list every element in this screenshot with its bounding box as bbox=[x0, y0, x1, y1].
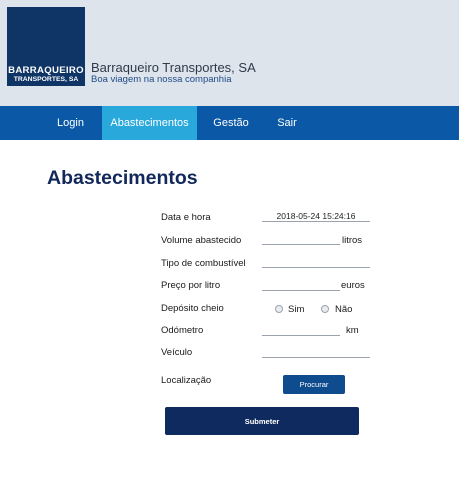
full-tank-label: Depósito cheio bbox=[161, 303, 224, 314]
location-label: Localização bbox=[161, 375, 212, 386]
company-logo: BARRAQUEIRO TRANSPORTES, SA bbox=[7, 7, 85, 86]
logo-text-line2: TRANSPORTES, SA bbox=[13, 76, 79, 83]
price-field[interactable] bbox=[262, 279, 340, 291]
company-name: Barraqueiro Transportes, SA bbox=[91, 60, 256, 75]
volume-unit: litros bbox=[342, 235, 363, 246]
datetime-label: Data e hora bbox=[161, 212, 211, 223]
odometer-field[interactable] bbox=[262, 324, 340, 336]
price-unit: euros bbox=[341, 280, 365, 291]
volume-field[interactable] bbox=[262, 233, 340, 245]
odometer-unit: km bbox=[346, 325, 359, 336]
main-nav: Login Abastecimentos Gestão Sair bbox=[0, 106, 459, 140]
full-tank-no-label[interactable]: Não bbox=[335, 304, 352, 315]
nav-item-sair[interactable]: Sair bbox=[268, 106, 306, 140]
nav-item-abastecimentos[interactable]: Abastecimentos bbox=[102, 106, 197, 140]
full-tank-yes-radio[interactable] bbox=[275, 305, 283, 313]
page-title: Abastecimentos bbox=[47, 167, 198, 189]
logo-text-line1: BARRAQUEIRO bbox=[8, 65, 84, 76]
submit-button[interactable]: Submeter bbox=[165, 407, 359, 435]
vehicle-field[interactable] bbox=[262, 346, 370, 358]
volume-label: Volume abastecido bbox=[161, 235, 242, 246]
datetime-field[interactable] bbox=[262, 210, 370, 222]
nav-item-login[interactable]: Login bbox=[45, 106, 96, 140]
price-label: Preço por litro bbox=[161, 280, 221, 291]
site-header: BARRAQUEIRO TRANSPORTES, SA Barraqueiro … bbox=[0, 0, 459, 106]
odometer-label: Odómetro bbox=[161, 325, 204, 336]
full-tank-yes-label[interactable]: Sim bbox=[288, 304, 304, 315]
fuel-type-label: Tipo de combustível bbox=[161, 258, 246, 269]
search-location-button[interactable]: Procurar bbox=[283, 375, 345, 394]
nav-item-gestao[interactable]: Gestão bbox=[206, 106, 256, 140]
company-slogan: Boa viagem na nossa companhia bbox=[91, 74, 232, 85]
fuel-type-field[interactable] bbox=[262, 256, 370, 268]
vehicle-label: Veículo bbox=[161, 347, 193, 358]
full-tank-no-radio[interactable] bbox=[321, 305, 329, 313]
